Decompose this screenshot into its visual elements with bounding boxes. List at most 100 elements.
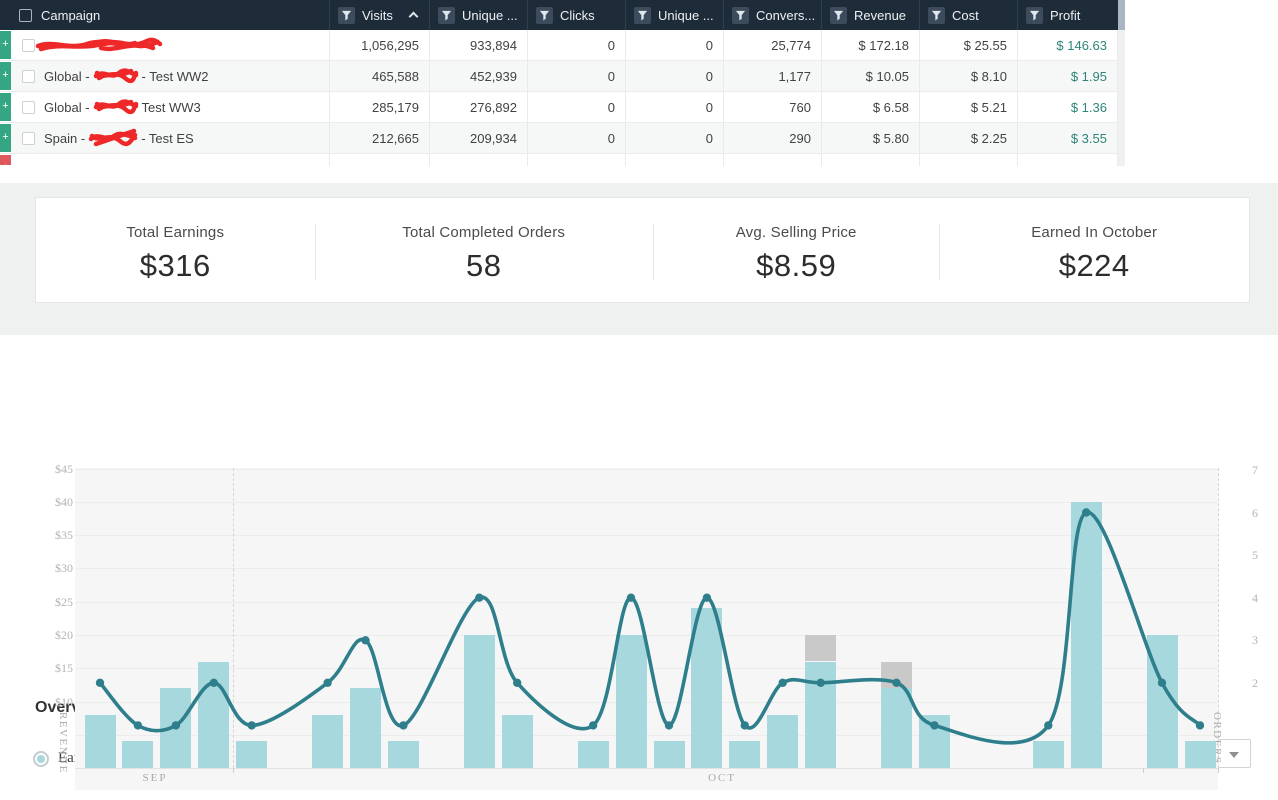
sort-ascending-icon	[409, 12, 419, 22]
column-header-unique_clicks[interactable]: Unique ...	[626, 0, 724, 30]
column-header-clicks[interactable]: Clicks	[528, 0, 626, 30]
stat-card: Total Earnings$316	[36, 198, 315, 302]
row-checkbox[interactable]	[22, 39, 35, 52]
clicks-cell: 0	[528, 61, 626, 91]
radio-button-icon[interactable]	[33, 751, 49, 767]
column-header-unique_visits[interactable]: Unique ...	[430, 0, 528, 30]
clicks-cell: 0	[528, 92, 626, 122]
orders-point[interactable]	[134, 721, 142, 729]
revenue-bar[interactable]	[1033, 741, 1064, 768]
revenue-cell: $ 10.05	[822, 61, 920, 91]
orders-point[interactable]	[248, 721, 256, 729]
redaction-scribble	[88, 127, 138, 150]
clicks-cell: 0	[528, 30, 626, 60]
table-row[interactable]: +Global - - Test WW2465,588452,939001,17…	[0, 61, 1125, 92]
expand-row-button[interactable]: +	[0, 62, 11, 90]
orders-point[interactable]	[1044, 721, 1052, 729]
expand-row-button[interactable]: +	[0, 31, 11, 59]
campaigns-table: CampaignVisitsUnique ...ClicksUnique ...…	[0, 0, 1125, 166]
orders-point[interactable]	[361, 636, 369, 644]
table-scrollbar[interactable]	[1118, 0, 1125, 166]
filter-funnel-icon[interactable]	[732, 7, 749, 24]
column-header-campaign[interactable]: Campaign	[0, 0, 330, 30]
revenue-bar[interactable]	[350, 688, 381, 768]
filter-funnel-icon[interactable]	[928, 7, 945, 24]
orders-point[interactable]	[741, 721, 749, 729]
revenue-bar[interactable]	[805, 662, 836, 768]
revenue-bar[interactable]	[616, 635, 647, 768]
orders-point[interactable]	[1082, 508, 1090, 516]
stat-label: Earned In October	[939, 224, 1249, 241]
orders-point[interactable]	[513, 679, 521, 687]
orders-point[interactable]	[96, 679, 104, 687]
campaign-name-prefix: Global -	[44, 100, 90, 115]
select-all-checkbox[interactable]	[19, 9, 32, 22]
stat-value: $316	[36, 248, 315, 284]
column-label: Visits	[362, 8, 393, 23]
revenue-bar[interactable]	[1185, 741, 1216, 768]
orders-point[interactable]	[627, 594, 635, 602]
column-header-cost[interactable]: Cost	[920, 0, 1018, 30]
orders-point[interactable]	[1158, 679, 1166, 687]
table-row[interactable]: +Global - Test WW3285,179276,89200760$ 6…	[0, 92, 1125, 123]
revenue-bar[interactable]	[654, 741, 685, 768]
expand-row-button[interactable]: +	[0, 124, 11, 152]
column-header-conversions[interactable]: Convers...	[724, 0, 822, 30]
campaign-name-prefix: Global -	[44, 69, 90, 84]
radio-button-icon[interactable]	[555, 751, 571, 767]
filter-funnel-icon[interactable]	[830, 7, 847, 24]
table-row[interactable]: +Spain - - Test ES212,665209,93400290$ 5…	[0, 123, 1125, 154]
orders-point[interactable]	[665, 721, 673, 729]
expand-row-button[interactable]: +	[0, 155, 11, 165]
revenue-bar[interactable]	[236, 741, 267, 768]
orders-point[interactable]	[779, 679, 787, 687]
filter-funnel-icon[interactable]	[634, 7, 651, 24]
revenue-bar[interactable]	[1071, 502, 1102, 768]
revenue-bar[interactable]	[464, 635, 495, 768]
revenue-bar[interactable]	[388, 741, 419, 768]
revenue-bar[interactable]	[85, 715, 116, 768]
campaign-cell: Spain - - Test ES	[11, 123, 330, 153]
orders-point[interactable]	[589, 721, 597, 729]
column-label: Unique ...	[462, 8, 518, 23]
orders-point[interactable]	[892, 679, 900, 687]
revenue-bar[interactable]	[729, 741, 760, 768]
column-header-visits[interactable]: Visits	[330, 0, 430, 30]
unique_visits-cell: 933,894	[430, 30, 528, 60]
column-header-revenue[interactable]: Revenue	[822, 0, 920, 30]
revenue-bar[interactable]	[312, 715, 343, 768]
filter-funnel-icon[interactable]	[338, 7, 355, 24]
filter-funnel-icon[interactable]	[438, 7, 455, 24]
filter-funnel-icon[interactable]	[1026, 7, 1043, 24]
revenue-bar[interactable]	[767, 715, 798, 768]
orders-point[interactable]	[475, 594, 483, 602]
row-checkbox[interactable]	[22, 70, 35, 83]
filter-funnel-icon[interactable]	[536, 7, 553, 24]
visits-cell: 212,665	[330, 123, 430, 153]
revenue-bar[interactable]	[198, 662, 229, 768]
row-checkbox[interactable]	[22, 132, 35, 145]
orders-point[interactable]	[210, 679, 218, 687]
revenue-bar[interactable]	[1147, 635, 1178, 768]
unique_clicks-cell: 0	[626, 123, 724, 153]
orders-point[interactable]	[323, 679, 331, 687]
cancelled-bar-segment[interactable]	[805, 635, 836, 662]
stat-value: 58	[315, 248, 653, 284]
orders-point[interactable]	[1196, 721, 1204, 729]
expand-row-button[interactable]: +	[0, 93, 11, 121]
row-checkbox[interactable]	[22, 101, 35, 114]
orders-point[interactable]	[930, 721, 938, 729]
orders-point[interactable]	[703, 594, 711, 602]
revenue-bar[interactable]	[881, 688, 912, 768]
table-row-clipped[interactable]: +	[0, 154, 1125, 166]
orders-point[interactable]	[399, 721, 407, 729]
campaign-name-suffix: Test WW3	[142, 100, 201, 115]
revenue-bar[interactable]	[122, 741, 153, 768]
revenue-bar[interactable]	[578, 741, 609, 768]
orders-point[interactable]	[817, 679, 825, 687]
table-row[interactable]: + 1,056,295933,8940025,774$ 172.18$ 25.5…	[0, 30, 1125, 61]
column-header-profit[interactable]: Profit	[1018, 0, 1118, 30]
orders-point[interactable]	[172, 721, 180, 729]
revenue-bar[interactable]	[502, 715, 533, 768]
revenue-bar[interactable]	[691, 608, 722, 768]
